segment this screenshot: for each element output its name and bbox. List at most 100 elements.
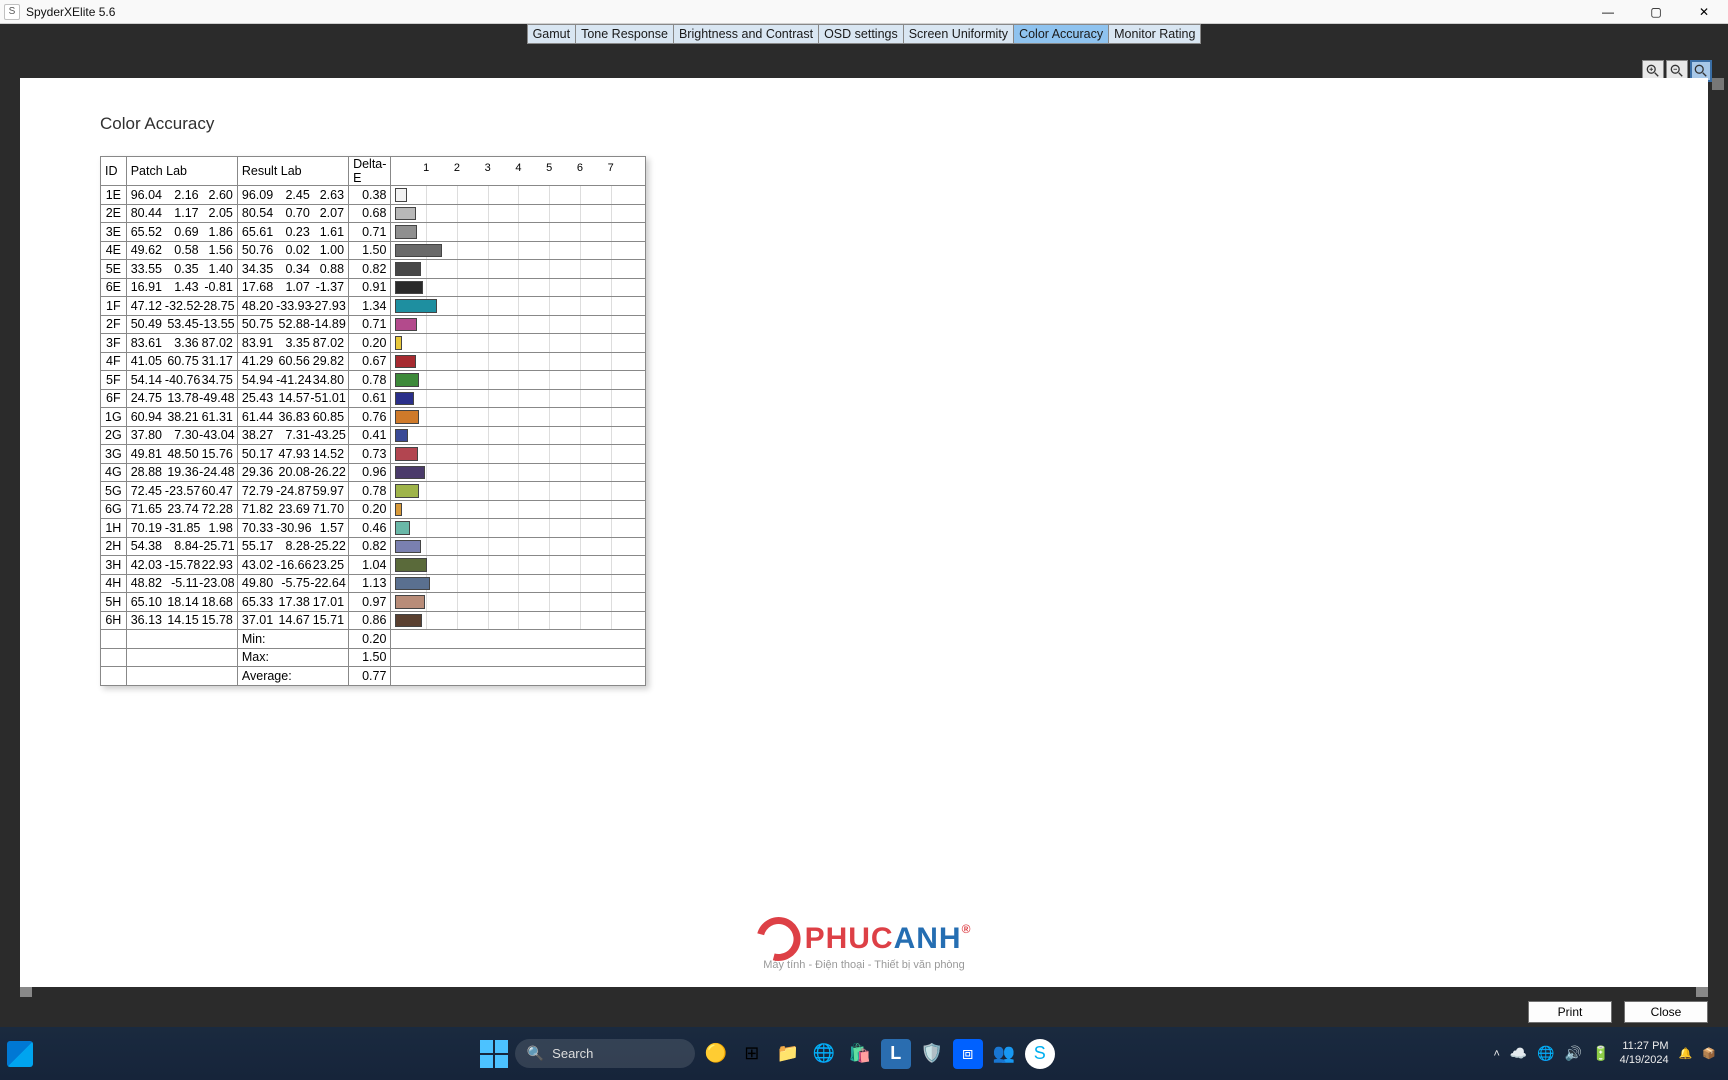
delta-e-bar-cell <box>391 241 646 260</box>
system-tray[interactable]: ☁️ 🌐 🔊 🔋 <box>1510 1045 1610 1062</box>
patch-lab-value: 16.911.43-0.81 <box>126 278 237 297</box>
delta-e-value: 1.50 <box>349 241 391 260</box>
result-lab-value: 80.540.702.07 <box>237 204 348 223</box>
delta-e-bar-cell <box>391 537 646 556</box>
delta-e-bar-cell <box>391 574 646 593</box>
vertical-scrollbar[interactable] <box>1712 78 1724 987</box>
delta-e-value: 0.71 <box>349 223 391 242</box>
close-report-button[interactable]: Close <box>1624 1001 1708 1023</box>
table-row: 5G 72.45-23.5760.47 72.79-24.8759.97 0.7… <box>101 482 646 501</box>
onedrive-icon[interactable]: ☁️ <box>1510 1045 1527 1062</box>
delta-e-bar <box>395 595 425 609</box>
row-id: 1E <box>101 186 127 205</box>
dropbox-icon[interactable]: ⧈ <box>953 1039 983 1069</box>
taskbar-clock[interactable]: 11:27 PM 4/19/2024 <box>1620 1040 1669 1066</box>
tab-monitor-rating[interactable]: Monitor Rating <box>1109 24 1201 44</box>
delta-e-value: 0.82 <box>349 537 391 556</box>
patch-lab-value: 71.6523.7472.28 <box>126 500 237 519</box>
header-delta-e: Delta-E <box>349 157 391 186</box>
delta-e-value: 0.96 <box>349 463 391 482</box>
print-button[interactable]: Print <box>1528 1001 1612 1023</box>
patch-lab-value: 60.9438.2161.31 <box>126 408 237 427</box>
notifications-icon[interactable]: 🔔 <box>1679 1047 1693 1060</box>
patch-lab-value: 42.03-15.7822.93 <box>126 556 237 575</box>
start-button[interactable] <box>479 1039 509 1069</box>
store-icon[interactable]: 🛍️ <box>845 1039 875 1069</box>
delta-e-bar <box>395 244 441 258</box>
delta-e-bar-cell <box>391 334 646 353</box>
tab-color-accuracy[interactable]: Color Accuracy <box>1014 24 1109 44</box>
delta-e-bar-cell <box>391 315 646 334</box>
tray-chevron-icon[interactable]: ˄ <box>1493 1048 1499 1060</box>
table-row: 6F 24.7513.78-49.48 25.4314.57-51.01 0.6… <box>101 389 646 408</box>
mcafee-icon[interactable]: 🛡️ <box>917 1039 947 1069</box>
result-lab-value: 72.79-24.8759.97 <box>237 482 348 501</box>
delta-e-value: 0.73 <box>349 445 391 464</box>
chart-axis: 1234567 <box>391 157 646 186</box>
delta-e-bar-cell <box>391 408 646 427</box>
table-row: 4E 49.620.581.56 50.760.021.00 1.50 <box>101 241 646 260</box>
report-page: Color Accuracy ID Patch Lab Result Lab D… <box>20 78 1708 987</box>
widgets-button[interactable] <box>7 1041 33 1067</box>
search-placeholder: Search <box>552 1046 593 1061</box>
bottom-bar: Print Close <box>0 997 1728 1027</box>
delta-e-value: 0.76 <box>349 408 391 427</box>
skype-icon[interactable]: S <box>1025 1039 1055 1069</box>
patch-lab-value: 54.14-40.7634.75 <box>126 371 237 390</box>
tab-brightness-and-contrast[interactable]: Brightness and Contrast <box>674 24 819 44</box>
delta-e-bar-cell <box>391 389 646 408</box>
edge-icon[interactable]: 🌐 <box>809 1039 839 1069</box>
delta-e-bar-cell <box>391 556 646 575</box>
result-lab-value: 65.610.231.61 <box>237 223 348 242</box>
table-row: 6E 16.911.43-0.81 17.681.07-1.37 0.91 <box>101 278 646 297</box>
summary-value: 1.50 <box>349 648 391 667</box>
tab-osd-settings[interactable]: OSD settings <box>819 24 904 44</box>
language-icon[interactable]: 🌐 <box>1537 1045 1554 1062</box>
copilot-icon[interactable]: 🟡 <box>701 1039 731 1069</box>
patch-lab-value: 72.45-23.5760.47 <box>126 482 237 501</box>
taskbar-search[interactable]: 🔍 Search <box>515 1039 695 1068</box>
delta-e-value: 0.20 <box>349 500 391 519</box>
tab-gamut[interactable]: Gamut <box>527 24 577 44</box>
explorer-icon[interactable]: 📁 <box>773 1039 803 1069</box>
patch-lab-value: 96.042.162.60 <box>126 186 237 205</box>
patch-lab-value: 49.620.581.56 <box>126 241 237 260</box>
delta-e-value: 0.68 <box>349 204 391 223</box>
delta-e-value: 1.34 <box>349 297 391 316</box>
close-button[interactable]: ✕ <box>1680 0 1728 24</box>
delta-e-value: 0.82 <box>349 260 391 279</box>
tab-tone-response[interactable]: Tone Response <box>576 24 674 44</box>
app-icon-l[interactable]: L <box>881 1039 911 1069</box>
patch-lab-value: 28.8819.36-24.48 <box>126 463 237 482</box>
task-view-icon[interactable]: ⊞ <box>737 1039 767 1069</box>
delta-e-bar <box>395 373 419 387</box>
teams-icon[interactable]: 👥 <box>989 1039 1019 1069</box>
row-id: 6H <box>101 611 127 630</box>
result-lab-value: 49.80-5.75-22.64 <box>237 574 348 593</box>
patch-lab-value: 24.7513.78-49.48 <box>126 389 237 408</box>
delta-e-bar-cell <box>391 611 646 630</box>
table-row: 2E 80.441.172.05 80.540.702.07 0.68 <box>101 204 646 223</box>
minimize-button[interactable]: — <box>1584 0 1632 24</box>
tray-app-icon[interactable]: 📦 <box>1702 1047 1716 1060</box>
row-id: 3E <box>101 223 127 242</box>
patch-lab-value: 65.1018.1418.68 <box>126 593 237 612</box>
patch-lab-value: 54.388.84-25.71 <box>126 537 237 556</box>
delta-e-bar <box>395 281 423 295</box>
delta-e-bar <box>395 318 417 332</box>
maximize-button[interactable]: ▢ <box>1632 0 1680 24</box>
delta-e-bar-cell <box>391 593 646 612</box>
battery-icon[interactable]: 🔋 <box>1592 1045 1609 1062</box>
delta-e-bar <box>395 336 401 350</box>
delta-e-value: 0.97 <box>349 593 391 612</box>
row-id: 2H <box>101 537 127 556</box>
table-row: 4F 41.0560.7531.17 41.2960.5629.82 0.67 <box>101 352 646 371</box>
header-result-lab: Result Lab <box>237 157 348 186</box>
volume-icon[interactable]: 🔊 <box>1565 1045 1582 1062</box>
delta-e-value: 1.13 <box>349 574 391 593</box>
patch-lab-value: 80.441.172.05 <box>126 204 237 223</box>
tab-screen-uniformity[interactable]: Screen Uniformity <box>904 24 1014 44</box>
delta-e-value: 0.86 <box>349 611 391 630</box>
row-id: 1F <box>101 297 127 316</box>
row-id: 3G <box>101 445 127 464</box>
